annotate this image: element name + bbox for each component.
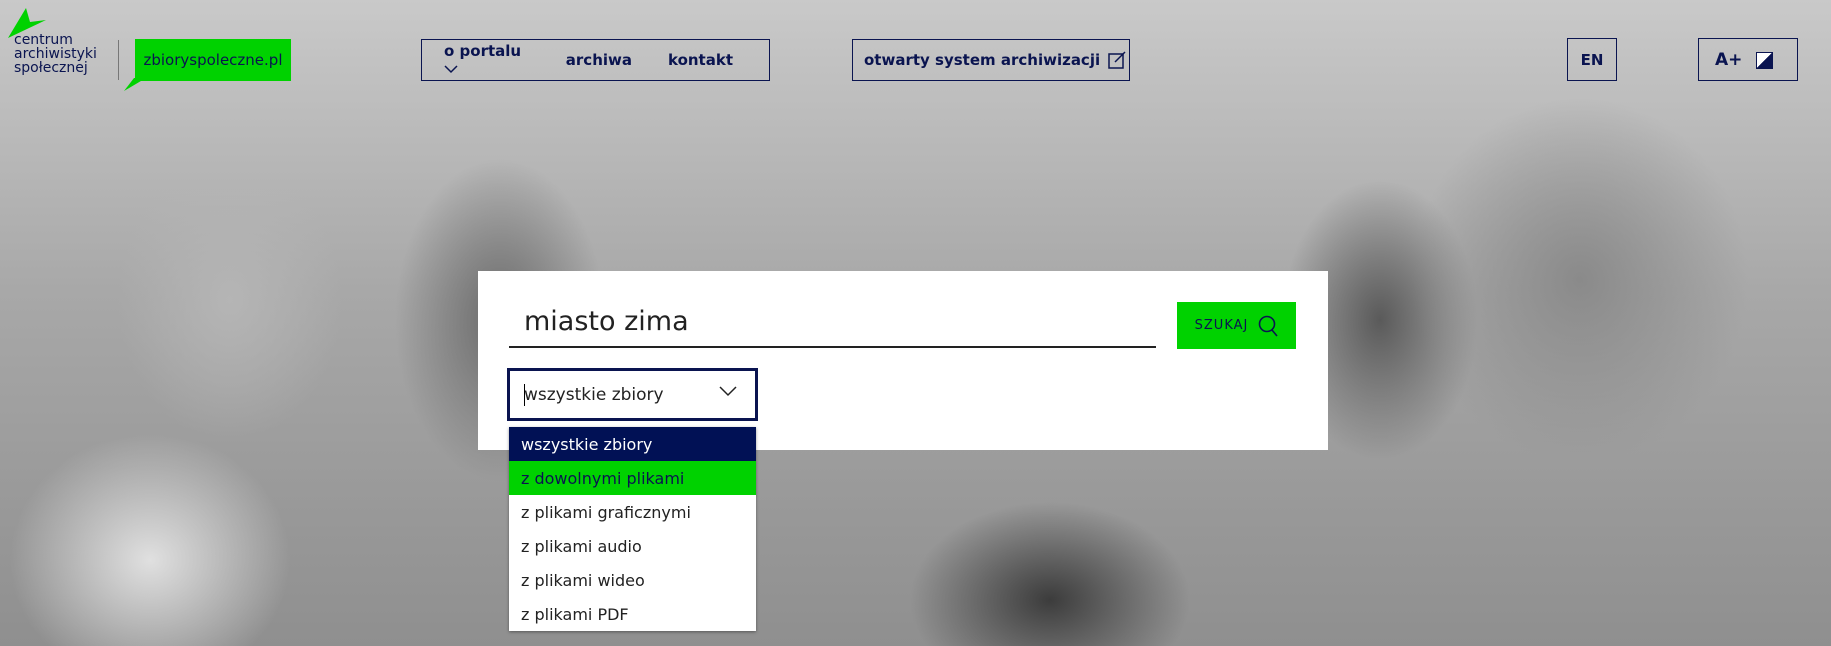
dropdown-option[interactable]: z plikami wideo: [509, 563, 756, 597]
chevron-down-icon: [719, 386, 737, 397]
nav-archiwa[interactable]: archiwa: [566, 51, 632, 69]
nav-kontakt[interactable]: kontakt: [668, 51, 733, 69]
external-link-label: otwarty system archiwizacji: [864, 51, 1101, 69]
text-cursor: [524, 384, 525, 406]
accessibility-controls: A+: [1698, 38, 1798, 81]
logo-divider: [118, 40, 119, 80]
search-input[interactable]: miasto zima: [524, 306, 689, 337]
chevron-down-icon: [444, 65, 458, 74]
search-panel: [478, 271, 1328, 450]
logo-line: społecznej: [14, 60, 88, 76]
filter-dropdown-list: wszystkie zbiory z dowolnymi plikami z p…: [509, 427, 756, 631]
logo-line: centrum: [14, 32, 73, 48]
search-input-underline: [509, 346, 1156, 348]
language-button[interactable]: EN: [1567, 38, 1617, 81]
site-speech-tail-icon: [124, 78, 146, 91]
contrast-icon[interactable]: [1756, 52, 1773, 69]
logo-line: archiwistyki: [14, 46, 97, 62]
dropdown-option[interactable]: z plikami PDF: [509, 597, 756, 631]
dropdown-option[interactable]: z plikami graficznymi: [509, 495, 756, 529]
logo[interactable]: centrum archiwistyki społecznej: [14, 33, 97, 75]
external-link-icon: [1108, 51, 1126, 69]
site-button[interactable]: zbioryspoleczne.pl: [135, 39, 291, 81]
main-nav: o portalu archiwa kontakt: [421, 39, 770, 81]
collection-filter-select[interactable]: wszystkie zbiory: [507, 368, 758, 421]
nav-o-portalu[interactable]: o portalu: [444, 42, 530, 78]
search-button-label: SZUKAJ: [1194, 318, 1249, 333]
font-size-button[interactable]: A+: [1715, 50, 1742, 70]
dropdown-option[interactable]: wszystkie zbiory: [509, 427, 756, 461]
search-button[interactable]: SZUKAJ: [1177, 302, 1296, 349]
select-value: wszystkie zbiory: [524, 384, 664, 405]
external-archive-link[interactable]: otwarty system archiwizacji: [852, 39, 1130, 81]
dropdown-option[interactable]: z dowolnymi plikami: [509, 461, 756, 495]
dropdown-option[interactable]: z plikami audio: [509, 529, 756, 563]
search-icon: [1259, 315, 1278, 337]
